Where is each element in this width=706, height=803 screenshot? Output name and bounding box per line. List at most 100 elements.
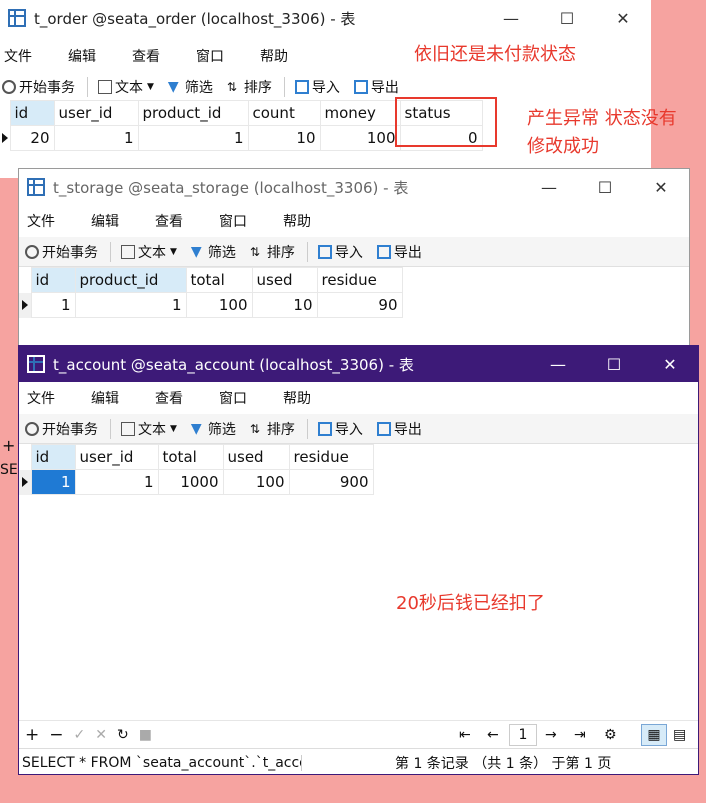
apply-icon[interactable]: ✓ bbox=[74, 727, 86, 743]
filter-button[interactable]: ▼ 筛选 bbox=[191, 419, 236, 439]
menu-view[interactable]: 查看 bbox=[155, 211, 183, 231]
sort-icon: ⇅ bbox=[249, 421, 260, 436]
grid-view-icon[interactable]: ▦ bbox=[641, 723, 667, 746]
export-button[interactable]: 导出 bbox=[376, 242, 422, 262]
cell-user-id[interactable]: 1 bbox=[53, 125, 139, 151]
cell-residue[interactable]: 900 bbox=[288, 469, 374, 495]
export-icon bbox=[376, 421, 391, 436]
col-header-user-id[interactable]: user_id bbox=[53, 100, 139, 126]
last-page-icon[interactable]: ⇥ bbox=[574, 727, 586, 743]
next-page-icon[interactable]: → bbox=[545, 727, 557, 743]
menu-help[interactable]: 帮助 bbox=[260, 46, 288, 66]
import-button[interactable]: 导入 bbox=[294, 77, 340, 97]
menu-window[interactable]: 窗口 bbox=[219, 388, 247, 408]
col-header-total[interactable]: total bbox=[157, 444, 224, 470]
sort-button[interactable]: ⇅ 排序 bbox=[227, 77, 272, 97]
storage-menubar: 文件 编辑 查看 窗口 帮助 bbox=[19, 207, 689, 235]
record-info: 第 1 条记录 （共 1 条） 于第 1 页 bbox=[395, 755, 612, 772]
filter-icon: ▼ bbox=[167, 79, 179, 95]
cell-user-id[interactable]: 1 bbox=[74, 469, 159, 495]
cell-money[interactable]: 100 bbox=[319, 125, 401, 151]
cell-product-id[interactable]: 1 bbox=[74, 292, 187, 318]
begin-transaction-button[interactable]: 开始事务 bbox=[25, 419, 98, 439]
maximize-button[interactable]: ☐ bbox=[577, 169, 633, 205]
col-header-id[interactable]: id bbox=[9, 100, 55, 126]
close-button[interactable]: ✕ bbox=[642, 346, 698, 382]
cell-used[interactable]: 10 bbox=[251, 292, 318, 318]
col-header-user-id[interactable]: user_id bbox=[74, 444, 159, 470]
text-button[interactable]: 文本 ▼ bbox=[121, 242, 177, 262]
add-record-icon[interactable]: + bbox=[25, 725, 39, 745]
stop-icon[interactable]: ■ bbox=[139, 727, 152, 743]
menu-file[interactable]: 文件 bbox=[27, 211, 55, 231]
sort-button[interactable]: ⇅ 排序 bbox=[250, 419, 295, 439]
cell-id[interactable]: 20 bbox=[9, 125, 55, 151]
col-header-id[interactable]: id bbox=[30, 267, 76, 293]
cell-total[interactable]: 100 bbox=[185, 292, 253, 318]
menu-help[interactable]: 帮助 bbox=[283, 388, 311, 408]
cell-id[interactable]: 1 bbox=[30, 292, 76, 318]
menu-file[interactable]: 文件 bbox=[4, 46, 32, 66]
col-header-used[interactable]: used bbox=[222, 444, 290, 470]
maximize-button[interactable]: ☐ bbox=[539, 0, 595, 36]
discard-icon[interactable]: ✕ bbox=[95, 727, 107, 743]
export-button[interactable]: 导出 bbox=[376, 419, 422, 439]
prev-page-icon[interactable]: ← bbox=[487, 727, 499, 743]
table-icon bbox=[27, 178, 45, 196]
page-number-input[interactable]: 1 bbox=[509, 723, 537, 746]
table-row[interactable]: 1 1 100 10 90 bbox=[19, 292, 403, 318]
begin-transaction-button[interactable]: 开始事务 bbox=[2, 77, 75, 97]
cell-id[interactable]: 1 bbox=[30, 469, 76, 495]
menu-file[interactable]: 文件 bbox=[27, 388, 55, 408]
minimize-button[interactable]: — bbox=[521, 169, 577, 205]
export-button[interactable]: 导出 bbox=[353, 77, 399, 97]
minimize-button[interactable]: — bbox=[530, 346, 586, 382]
sort-button[interactable]: ⇅ 排序 bbox=[250, 242, 295, 262]
cell-product-id[interactable]: 1 bbox=[137, 125, 249, 151]
cell-total[interactable]: 1000 bbox=[157, 469, 224, 495]
menu-view[interactable]: 查看 bbox=[132, 46, 160, 66]
menu-window[interactable]: 窗口 bbox=[196, 46, 224, 66]
order-titlebar[interactable]: t_order @seata_order (localhost_3306) - … bbox=[0, 0, 651, 36]
storage-titlebar[interactable]: t_storage @seata_storage (localhost_3306… bbox=[19, 169, 689, 205]
settings-icon[interactable]: ⚙ bbox=[604, 727, 617, 743]
table-row[interactable]: 1 1 1000 100 900 bbox=[19, 469, 374, 495]
col-header-count[interactable]: count bbox=[247, 100, 321, 126]
maximize-button[interactable]: ☐ bbox=[586, 346, 642, 382]
menu-help[interactable]: 帮助 bbox=[283, 211, 311, 231]
delete-record-icon[interactable]: − bbox=[49, 725, 63, 745]
cell-used[interactable]: 100 bbox=[222, 469, 290, 495]
first-page-icon[interactable]: ⇤ bbox=[459, 727, 471, 743]
menu-edit[interactable]: 编辑 bbox=[91, 211, 119, 231]
form-view-icon[interactable]: ▤ bbox=[673, 727, 686, 743]
col-header-product-id[interactable]: product_id bbox=[74, 267, 187, 293]
col-header-residue[interactable]: residue bbox=[316, 267, 403, 293]
row-marker bbox=[19, 469, 31, 495]
import-button[interactable]: 导入 bbox=[317, 242, 363, 262]
text-button[interactable]: 文本 ▼ bbox=[98, 77, 154, 97]
cell-residue[interactable]: 90 bbox=[316, 292, 403, 318]
menu-edit[interactable]: 编辑 bbox=[91, 388, 119, 408]
close-button[interactable]: ✕ bbox=[595, 0, 651, 36]
menu-window[interactable]: 窗口 bbox=[219, 211, 247, 231]
col-header-total[interactable]: total bbox=[185, 267, 253, 293]
col-header-money[interactable]: money bbox=[319, 100, 401, 126]
storage-header-row: id product_id total used residue bbox=[19, 267, 403, 293]
minimize-button[interactable]: — bbox=[483, 0, 539, 36]
menu-edit[interactable]: 编辑 bbox=[68, 46, 96, 66]
annotation-failed: 修改成功 bbox=[527, 136, 599, 157]
import-button[interactable]: 导入 bbox=[317, 419, 363, 439]
col-header-product-id[interactable]: product_id bbox=[137, 100, 249, 126]
text-button[interactable]: 文本 ▼ bbox=[121, 419, 177, 439]
col-header-residue[interactable]: residue bbox=[288, 444, 374, 470]
filter-button[interactable]: ▼ 筛选 bbox=[168, 77, 213, 97]
begin-transaction-button[interactable]: 开始事务 bbox=[25, 242, 98, 262]
col-header-used[interactable]: used bbox=[251, 267, 318, 293]
col-header-id[interactable]: id bbox=[30, 444, 76, 470]
filter-button[interactable]: ▼ 筛选 bbox=[191, 242, 236, 262]
refresh-icon[interactable]: ↻ bbox=[117, 727, 129, 743]
menu-view[interactable]: 查看 bbox=[155, 388, 183, 408]
cell-count[interactable]: 10 bbox=[247, 125, 321, 151]
account-titlebar[interactable]: t_account @seata_account (localhost_3306… bbox=[19, 346, 698, 382]
close-button[interactable]: ✕ bbox=[633, 169, 689, 205]
